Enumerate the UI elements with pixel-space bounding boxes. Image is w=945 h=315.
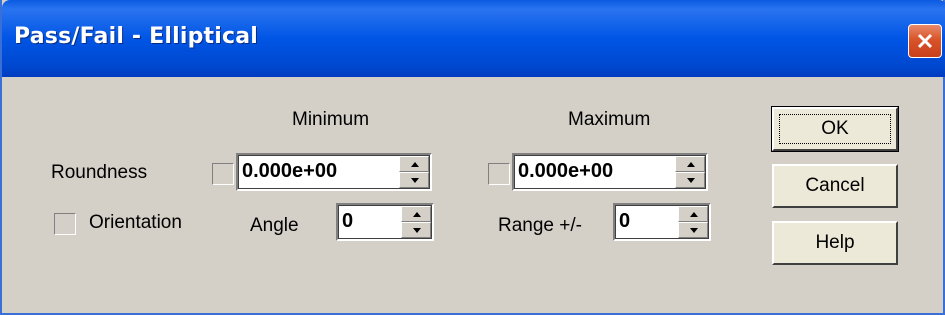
roundness-min-increment[interactable] bbox=[399, 156, 429, 172]
roundness-max-spinner[interactable]: 0.000e+00 bbox=[512, 153, 708, 191]
close-button[interactable] bbox=[908, 24, 942, 58]
title-bar[interactable]: Pass/Fail - Elliptical bbox=[2, 0, 945, 77]
close-icon bbox=[917, 33, 933, 49]
roundness-min-spin-buttons bbox=[399, 156, 429, 188]
up-arrow-icon bbox=[411, 162, 419, 167]
orientation-label[interactable]: Orientation bbox=[89, 212, 182, 234]
down-arrow-icon bbox=[413, 228, 421, 233]
range-value[interactable]: 0 bbox=[619, 210, 630, 233]
up-arrow-icon bbox=[413, 212, 421, 217]
roundness-min-spinner[interactable]: 0.000e+00 bbox=[236, 153, 432, 191]
angle-spin-buttons bbox=[401, 206, 431, 238]
minimum-header: Minimum bbox=[292, 109, 370, 130]
angle-increment[interactable] bbox=[401, 206, 431, 222]
range-increment[interactable] bbox=[678, 206, 708, 222]
angle-decrement[interactable] bbox=[401, 222, 431, 238]
down-arrow-icon bbox=[690, 228, 698, 233]
roundness-max-spin-buttons bbox=[675, 156, 705, 188]
range-spinner[interactable]: 0 bbox=[613, 203, 711, 241]
roundness-label: Roundness bbox=[51, 162, 148, 183]
up-arrow-icon bbox=[687, 162, 695, 167]
roundness-max-value[interactable]: 0.000e+00 bbox=[518, 160, 613, 183]
range-spin-buttons bbox=[678, 206, 708, 238]
angle-value[interactable]: 0 bbox=[342, 210, 353, 233]
range-label: Range +/- bbox=[498, 215, 582, 236]
ok-focus-rect: OK bbox=[779, 114, 891, 144]
dialog-client-area: Minimum Maximum Roundness 0.000e+00 0.00… bbox=[10, 86, 940, 311]
down-arrow-icon bbox=[687, 178, 695, 183]
roundness-max-checkbox[interactable] bbox=[488, 163, 510, 185]
up-arrow-icon bbox=[690, 212, 698, 217]
cancel-button[interactable]: Cancel bbox=[772, 164, 898, 208]
down-arrow-icon bbox=[411, 178, 419, 183]
angle-label: Angle bbox=[250, 215, 299, 236]
roundness-min-checkbox[interactable] bbox=[212, 163, 234, 185]
orientation-checkbox[interactable] bbox=[54, 213, 76, 235]
angle-spinner[interactable]: 0 bbox=[336, 203, 434, 241]
roundness-min-value[interactable]: 0.000e+00 bbox=[242, 160, 337, 183]
maximum-header: Maximum bbox=[568, 109, 651, 130]
help-button[interactable]: Help bbox=[772, 221, 898, 265]
window-title: Pass/Fail - Elliptical bbox=[14, 24, 259, 49]
roundness-min-decrement[interactable] bbox=[399, 172, 429, 188]
roundness-max-increment[interactable] bbox=[675, 156, 705, 172]
range-decrement[interactable] bbox=[678, 222, 708, 238]
roundness-max-decrement[interactable] bbox=[675, 172, 705, 188]
ok-button[interactable]: OK bbox=[771, 106, 899, 152]
dialog-window: Pass/Fail - Elliptical Minimum Maximum R… bbox=[0, 0, 945, 315]
